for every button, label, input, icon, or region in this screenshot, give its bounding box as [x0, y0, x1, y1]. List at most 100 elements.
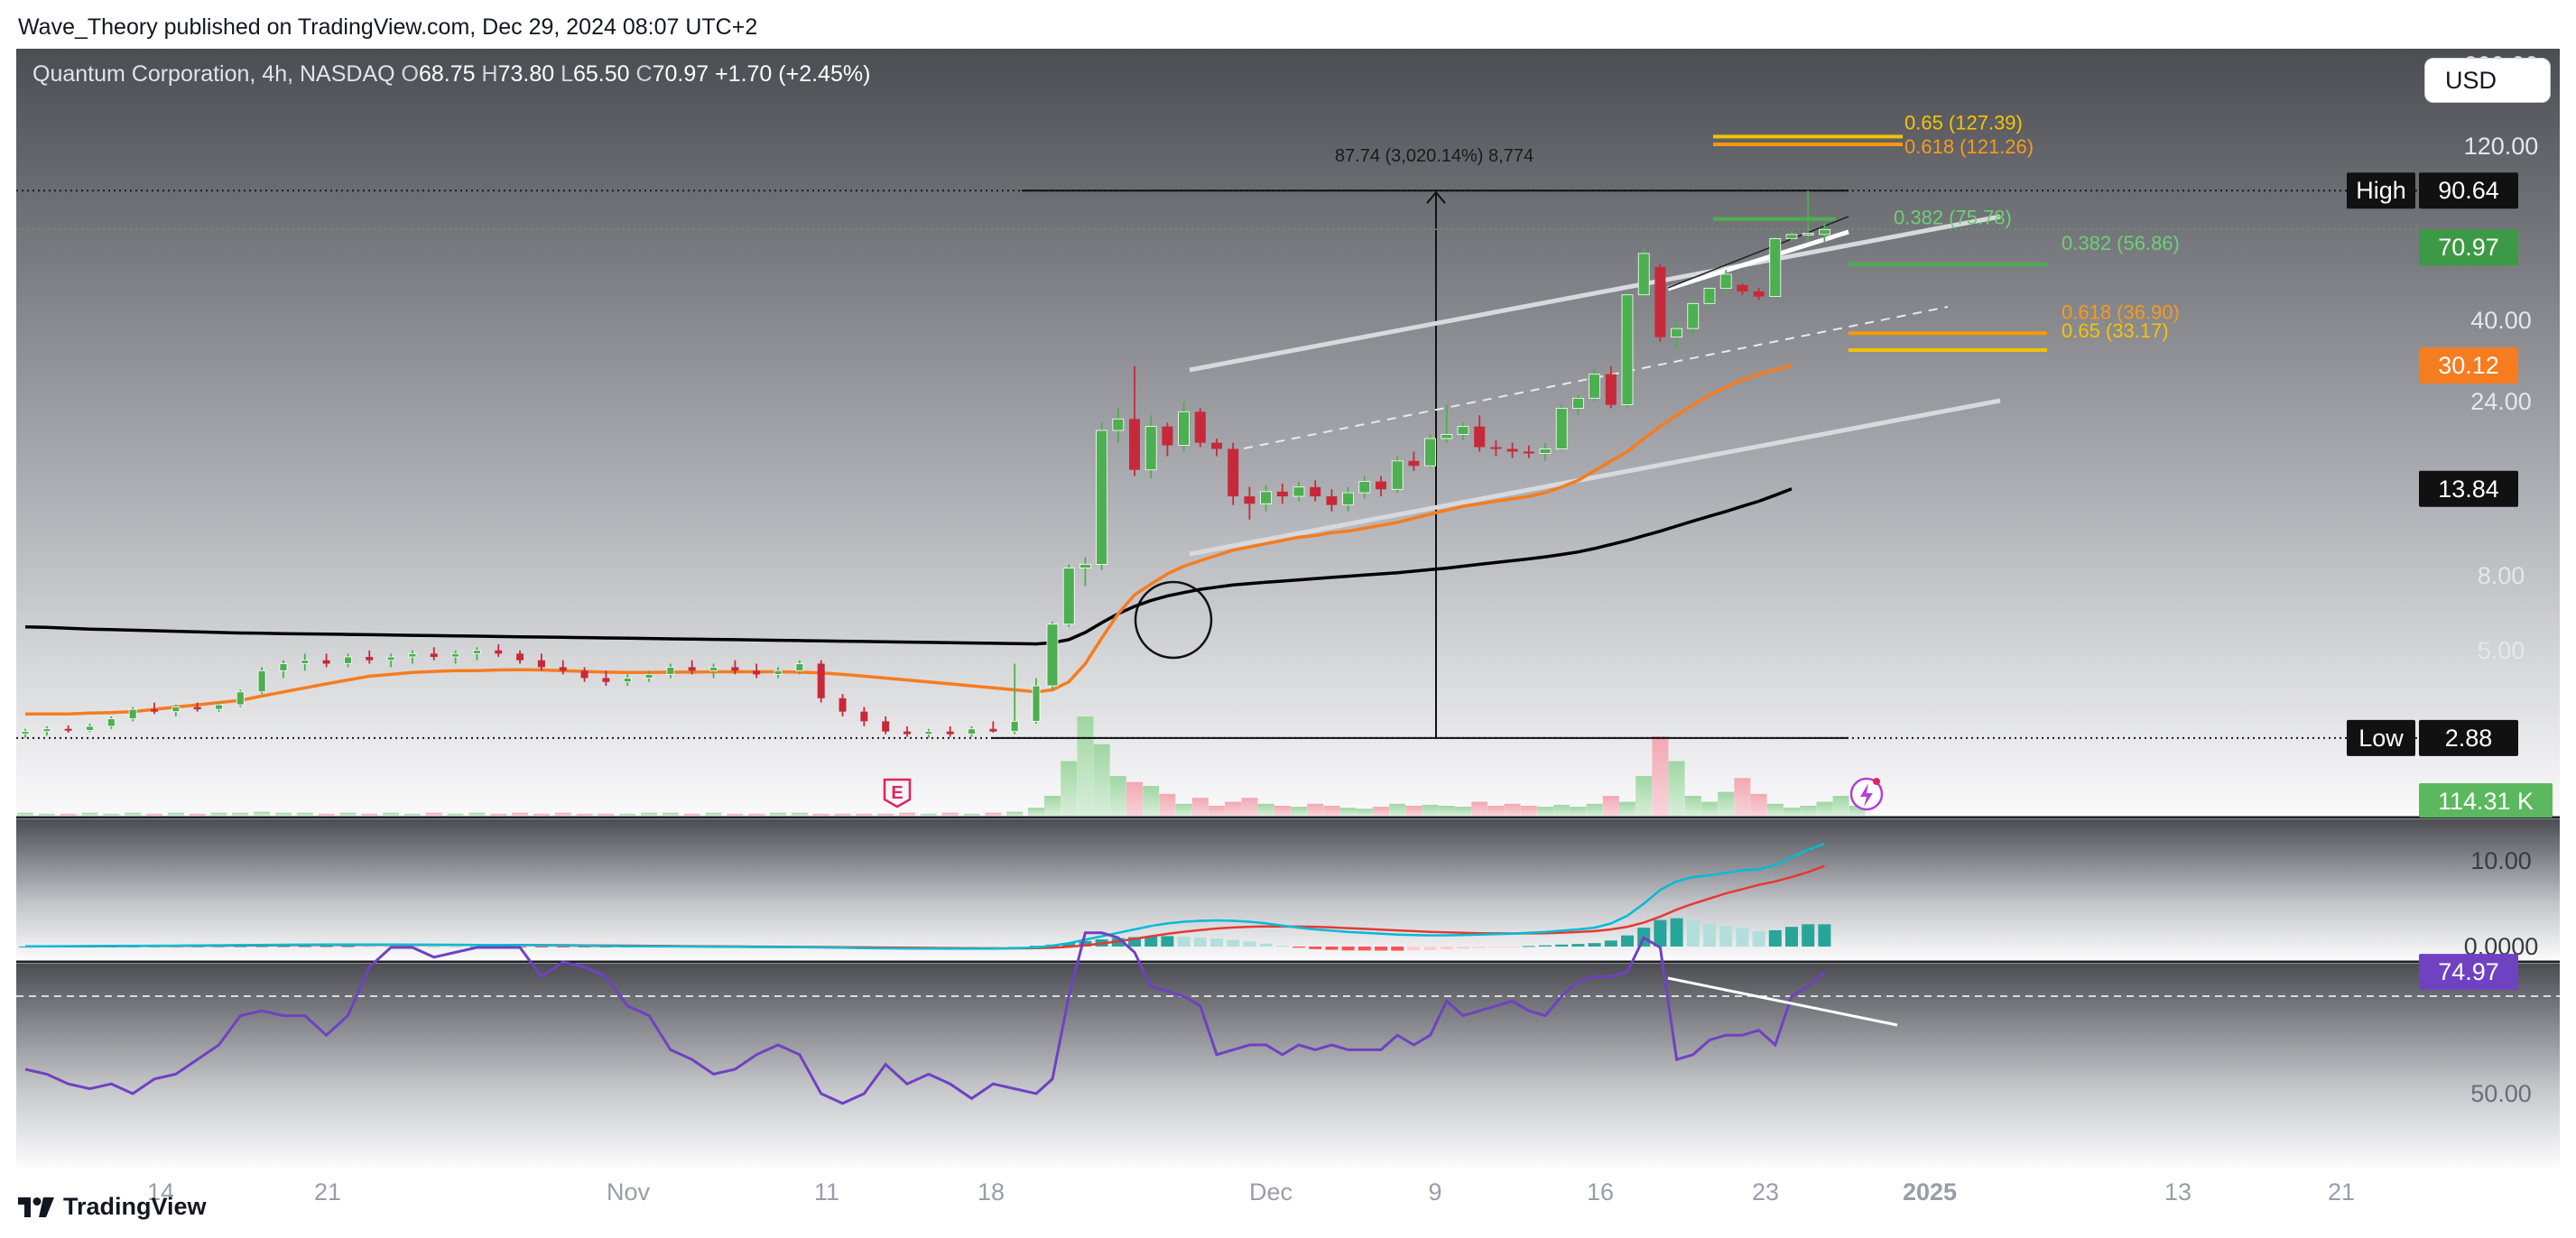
candle-body — [344, 656, 352, 664]
candle-body — [193, 707, 201, 710]
macd-histogram-bar — [1325, 947, 1339, 950]
volume-bar — [619, 813, 636, 816]
candle-body — [1687, 302, 1700, 329]
legend-symbol: Quantum Corporation, 4h, NASDAQ — [32, 61, 395, 87]
time-tick-label: 2025 — [1903, 1178, 1957, 1206]
volume-bar — [1487, 806, 1505, 816]
currency-button[interactable]: USD — [2424, 58, 2551, 103]
candle-body — [795, 663, 804, 671]
macd-tick-label: 10.00 — [2470, 847, 2532, 874]
chart-svg[interactable]: 87.74 (3,020.14%) 8,774 0.65 (127.39)0.61… — [16, 49, 2560, 1209]
candle-body — [473, 650, 481, 654]
candle — [1637, 248, 1650, 299]
volume-bar — [1291, 807, 1307, 816]
candle-body — [1490, 447, 1502, 449]
volume-bar — [1307, 803, 1324, 816]
rsi-value-badge: 74.97 — [2438, 958, 2499, 985]
macd-histogram-bar — [1571, 944, 1585, 947]
volume-bar — [727, 813, 744, 816]
volume-bar — [1028, 808, 1044, 816]
fib-level-label: 0.65 (33.17) — [2062, 319, 2169, 342]
volume-bar — [1832, 796, 1849, 816]
macd-histogram-bar — [1193, 937, 1207, 947]
macd-histogram-bar — [1473, 947, 1487, 948]
macd-histogram-bar — [1670, 918, 1683, 947]
volume-bar — [1570, 807, 1587, 816]
volume-bar — [1602, 796, 1619, 816]
time-tick-label: 23 — [1752, 1178, 1779, 1206]
macd-histogram-bar — [1604, 940, 1617, 947]
candle-body — [1342, 492, 1354, 506]
volume-bar — [1750, 793, 1767, 816]
volume-bar — [1143, 786, 1160, 816]
candle-body — [279, 663, 288, 671]
fib-level-label: 0.65 (127.39) — [1904, 111, 2023, 134]
candle — [1096, 422, 1107, 570]
candle-body — [1719, 273, 1732, 289]
footer-brand[interactable]: TradingView — [18, 1193, 207, 1221]
macd-histogram-bar — [1539, 945, 1552, 947]
badge-volume: 114.31 K — [2419, 783, 2553, 818]
time-tick-label: 21 — [314, 1178, 341, 1206]
macd-histogram-bar — [1177, 936, 1191, 947]
candle-body — [107, 718, 116, 727]
volume-bar — [1093, 744, 1110, 816]
time-tick-label: 9 — [1428, 1178, 1441, 1206]
candle-body — [623, 678, 632, 683]
volume-bar — [576, 813, 593, 816]
rsi-tick-label: 50.00 — [2470, 1080, 2532, 1107]
candle-body — [860, 711, 868, 722]
badge-low: Low 2.88 — [2347, 719, 2518, 756]
badge-low-value: 2.88 — [2445, 725, 2493, 752]
candle-body — [322, 660, 330, 664]
candle-body — [817, 663, 825, 698]
candle — [1391, 456, 1404, 494]
macd-histogram-bar — [1391, 947, 1404, 951]
candle-body — [580, 670, 588, 679]
fib-level-label: 0.382 (75.78) — [1894, 207, 2012, 229]
candle — [236, 689, 245, 707]
measure-label: 87.74 (3,020.14%) 8,774 — [1335, 146, 1534, 166]
volume-bar — [1339, 808, 1357, 816]
volume-bar — [1800, 806, 1817, 816]
candle-body — [1244, 496, 1256, 504]
volume-bar — [145, 813, 162, 816]
fib-level-label: 0.618 (121.26) — [1904, 135, 2034, 158]
volume-bar — [1422, 804, 1439, 816]
volume-bar — [1701, 801, 1718, 816]
volume-bar — [1816, 801, 1833, 816]
volume-bar — [1652, 736, 1669, 816]
candle-body — [1654, 266, 1666, 337]
candle-body — [21, 731, 30, 735]
candle-body — [1129, 419, 1140, 470]
volume-bar — [1766, 803, 1784, 816]
chart-panel[interactable]: 87.74 (3,020.14%) 8,774 0.65 (127.39) 0.61… — [16, 49, 2560, 1209]
price-tick-label: 24.00 — [2470, 388, 2532, 415]
legend-low-label: L — [561, 61, 573, 87]
candle-body — [430, 653, 438, 658]
volume-bar — [1537, 807, 1553, 816]
volume-bar — [1044, 796, 1061, 816]
price-tick-label: 120.00 — [2464, 133, 2539, 160]
time-tick-label: 18 — [978, 1178, 1005, 1206]
volume-bar — [383, 812, 400, 816]
volume-bar — [1635, 776, 1653, 816]
volume-bar — [274, 812, 292, 816]
candle-body — [1523, 451, 1534, 454]
badge-last-value: 70.97 — [2438, 234, 2499, 261]
volume-bar — [1668, 761, 1685, 816]
macd-histogram-bar — [1407, 947, 1421, 951]
candle-body — [924, 731, 933, 735]
macd-histogram-bar — [1654, 919, 1667, 947]
volume-bar — [60, 813, 77, 816]
candle-body — [1671, 328, 1682, 338]
macd-histogram-bar — [1210, 938, 1223, 947]
legend-open-label: O — [401, 61, 419, 87]
volume-bar — [1159, 793, 1176, 816]
volume-bar — [1323, 806, 1340, 816]
candle-body — [1293, 486, 1305, 497]
macd-histogram-bar — [1423, 947, 1437, 950]
volume-bar — [38, 813, 55, 816]
volume-bar — [425, 812, 442, 816]
volume-bar — [1784, 808, 1800, 816]
